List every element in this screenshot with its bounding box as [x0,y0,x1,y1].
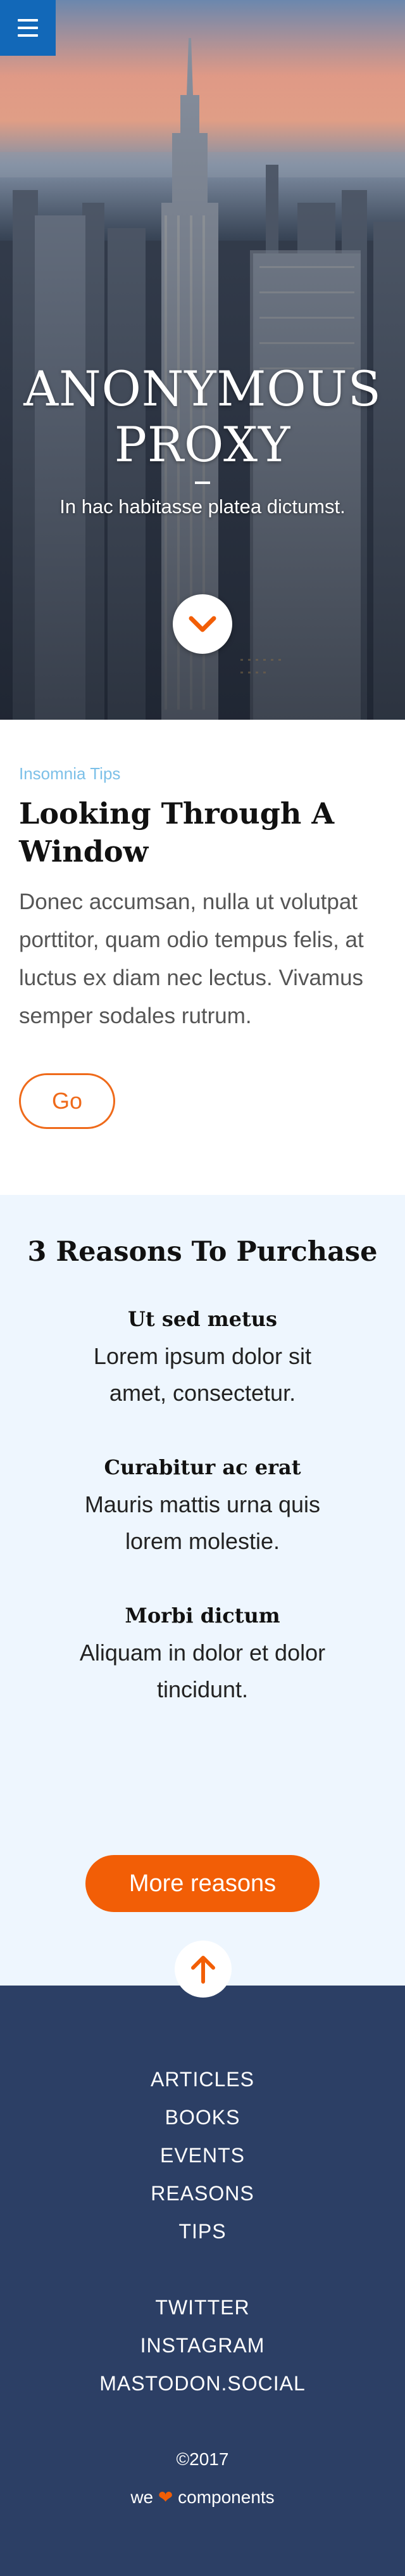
footer-nav-item: ARTICLES [0,2060,405,2098]
reason-item: Morbi dictum Aliquam in dolor et dolor t… [76,1603,329,1708]
article-category: Insomnia Tips [19,764,121,783]
reason-title: Curabitur ac erat [104,1455,301,1479]
footer-nav-item: TIPS [0,2212,405,2250]
footer-nav: ARTICLES BOOKS EVENTS REASONS TIPS [0,2060,405,2250]
hero-subtitle: In hac habitasse platea dictumst. [59,495,346,518]
article-title: Looking Through A Window [19,796,335,869]
article-body: Donec accumsan, nulla ut volutpat portti… [19,889,364,1028]
credit-prefix: we [130,2487,154,2507]
footer-link-articles[interactable]: ARTICLES [151,2068,254,2091]
reason-title: Ut sed metus [128,1307,277,1331]
heart-icon: ❤ [158,2487,173,2507]
hero-divider [195,481,210,484]
footer-nav-item: EVENTS [0,2136,405,2174]
footer-social-item: TWITTER [0,2288,405,2326]
go-button[interactable]: Go [19,1073,115,1129]
footer-link-tips[interactable]: TIPS [178,2220,226,2243]
hero-section: ANONYMOUS PROXY In hac habitasse platea … [0,0,405,720]
scroll-to-top-button[interactable] [175,1941,232,1998]
social-link-twitter[interactable]: TWITTER [155,2296,249,2319]
more-reasons-button[interactable]: More reasons [85,1855,320,1912]
footer-social: TWITTER INSTAGRAM MASTODON.SOCIAL [0,2288,405,2402]
footer-nav-item: REASONS [0,2174,405,2212]
hero-title: ANONYMOUS PROXY [23,360,382,473]
reason-item: Ut sed metus Lorem ipsum dolor sit amet,… [76,1306,329,1412]
reasons-heading: 3 Reasons To Purchase [27,1236,378,1268]
footer-link-reasons[interactable]: REASONS [151,2182,254,2205]
hamburger-icon [18,27,38,29]
footer-nav-item: BOOKS [0,2098,405,2136]
credit-suffix: components [178,2487,275,2507]
footer-social-item: MASTODON.SOCIAL [0,2364,405,2402]
social-link-mastodon[interactable]: MASTODON.SOCIAL [99,2372,306,2395]
footer: ARTICLES BOOKS EVENTS REASONS TIPS TWITT… [0,1986,405,2576]
copyright: ©2017 [176,2449,229,2469]
reason-item: Curabitur ac erat Mauris mattis urna qui… [76,1455,329,1560]
social-link-instagram[interactable]: INSTAGRAM [140,2334,265,2357]
chevron-down-icon [189,616,216,632]
arrow-up-icon [191,1956,215,1984]
reason-title: Morbi dictum [125,1604,280,1628]
hamburger-icon [18,34,38,37]
reason-text: Aliquam in dolor et dolor tincidunt. [79,1640,326,1702]
reason-text: Mauris mattis urna quis lorem molestie. [84,1491,321,1554]
footer-link-books[interactable]: BOOKS [165,2106,240,2129]
reason-text: Lorem ipsum dolor sit amet, consectetur. [93,1343,312,1406]
credit-line: we ❤ components [0,2486,405,2509]
footer-link-events[interactable]: EVENTS [160,2144,245,2167]
hero-content: ANONYMOUS PROXY In hac habitasse platea … [0,361,405,520]
scroll-down-button[interactable] [173,594,232,654]
hamburger-icon [18,19,38,22]
footer-social-item: INSTAGRAM [0,2326,405,2364]
article-section: Insomnia Tips Looking Through A Window D… [0,720,405,1195]
reasons-section: 3 Reasons To Purchase Ut sed metus Lorem… [0,1195,405,1998]
menu-button[interactable] [0,0,56,56]
